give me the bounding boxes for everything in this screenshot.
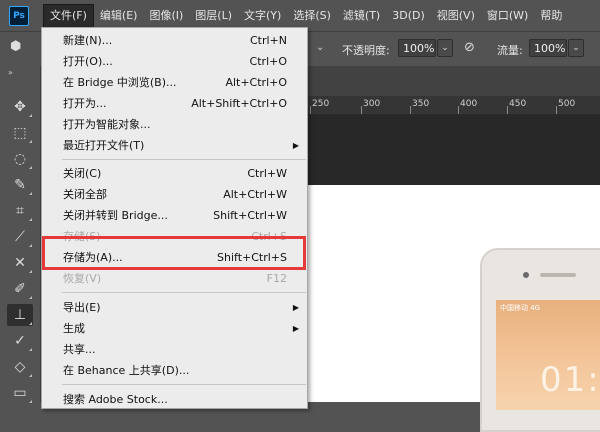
phone-clock-text: 01:1 xyxy=(540,360,600,400)
menu-item-save-as[interactable]: 存储为(A)... Shift+Ctrl+S xyxy=(42,247,307,268)
ruler-label: 250 xyxy=(312,99,330,109)
menu-item-open[interactable]: 打开(O)... Ctrl+O xyxy=(42,51,307,72)
collapse-toolbar-icon[interactable]: » xyxy=(8,68,13,77)
menu-edit[interactable]: 编辑(E) xyxy=(94,5,144,27)
history-brush-tool-icon[interactable]: ✓ xyxy=(7,330,33,352)
marquee-tool-icon[interactable]: ⬚ xyxy=(7,122,33,144)
menu-item-shortcut: Alt+Ctrl+O xyxy=(225,76,287,89)
menu-item-label: 恢复(V) xyxy=(63,272,102,285)
menu-item-shortcut: F12 xyxy=(266,272,287,285)
menu-separator xyxy=(62,159,306,160)
menu-item-label: 打开为... xyxy=(63,97,107,110)
menu-item-label: 共享... xyxy=(63,343,96,356)
brush-tool-icon[interactable]: ✐ xyxy=(7,278,33,300)
crop-tool-icon[interactable]: ⌗ xyxy=(7,200,33,222)
menu-item-label: 打开(O)... xyxy=(63,55,113,68)
menu-item-search-adobe-stock[interactable]: 搜索 Adobe Stock... xyxy=(42,389,307,410)
menu-item-label: 在 Behance 上共享(D)... xyxy=(63,364,190,377)
phone-speaker xyxy=(540,273,576,277)
eyedropper-tool-icon[interactable]: ⟋ xyxy=(7,226,33,248)
menu-item-shortcut: Ctrl+N xyxy=(249,34,287,47)
menu-item-label: 新建(N)... xyxy=(63,34,113,47)
opacity-label: 不透明度: xyxy=(342,44,390,57)
opacity-input[interactable]: 100% xyxy=(398,39,436,57)
menu-item-shortcut: Alt+Ctrl+W xyxy=(223,188,287,201)
submenu-arrow-icon: ▶ xyxy=(292,303,299,312)
menu-view[interactable]: 视图(V) xyxy=(431,5,481,27)
flow-label: 流量: xyxy=(497,44,523,57)
menu-item-label: 搜索 Adobe Stock... xyxy=(63,393,168,406)
menu-filter[interactable]: 滤镜(T) xyxy=(337,5,386,27)
menu-item-label: 打开为智能对象... xyxy=(63,118,151,131)
quick-selection-tool-icon[interactable]: ✎ xyxy=(7,174,33,196)
move-tool-icon[interactable]: ✥ xyxy=(7,96,33,118)
tools-panel: » ✥ ⬚ ◌ ✎ ⌗ ⟋ ✕ ✐ ⊥ ✓ ◇ ▭ xyxy=(0,66,41,404)
menu-item-label: 关闭全部 xyxy=(63,188,107,201)
opacity-dropdown-icon[interactable]: ⌄ xyxy=(437,39,453,57)
flow-dropdown-icon[interactable]: ⌄ xyxy=(568,39,584,57)
menu-item-save: 存储(S) Ctrl+S xyxy=(42,226,307,247)
menu-item-share-behance[interactable]: 在 Behance 上共享(D)... xyxy=(42,360,307,381)
menu-type[interactable]: 文字(Y) xyxy=(238,5,287,27)
ruler-label: 450 xyxy=(509,99,527,109)
submenu-arrow-icon: ▶ xyxy=(292,141,299,150)
menu-image[interactable]: 图像(I) xyxy=(143,5,189,27)
menu-item-new[interactable]: 新建(N)... Ctrl+N xyxy=(42,30,307,51)
menu-window[interactable]: 窗口(W) xyxy=(481,5,534,27)
pasteboard xyxy=(306,115,600,185)
submenu-arrow-icon: ▶ xyxy=(292,324,299,333)
menu-item-close[interactable]: 关闭(C) Ctrl+W xyxy=(42,163,307,184)
photoshop-logo-icon[interactable]: Ps xyxy=(9,5,29,26)
ruler-label: 300 xyxy=(363,99,381,109)
menu-file[interactable]: 文件(F) xyxy=(43,3,94,28)
eraser-tool-icon[interactable]: ◇ xyxy=(7,356,33,378)
menu-item-shortcut: Alt+Shift+Ctrl+O xyxy=(191,97,287,110)
menu-item-shortcut: Ctrl+S xyxy=(251,230,287,243)
menu-item-label: 关闭(C) xyxy=(63,167,102,180)
menu-item-label: 存储为(A)... xyxy=(63,251,123,264)
clone-stamp-preset-icon[interactable]: ⬢ xyxy=(10,40,24,54)
menu-item-shortcut: Ctrl+O xyxy=(249,55,287,68)
menu-help[interactable]: 帮助 xyxy=(534,5,568,27)
menu-layer[interactable]: 图层(L) xyxy=(189,5,238,27)
healing-brush-tool-icon[interactable]: ✕ xyxy=(7,252,33,274)
pressure-opacity-icon[interactable]: ⊘ xyxy=(464,40,475,55)
menu-item-shortcut: Shift+Ctrl+W xyxy=(213,209,287,222)
menu-item-label: 在 Bridge 中浏览(B)... xyxy=(63,76,177,89)
menu-item-open-smart-object[interactable]: 打开为智能对象... xyxy=(42,114,307,135)
menu-select[interactable]: 选择(S) xyxy=(287,5,337,27)
ruler-label: 500 xyxy=(558,99,576,109)
menu-item-label: 存储(S) xyxy=(63,230,101,243)
menu-item-revert: 恢复(V) F12 xyxy=(42,268,307,289)
menu-separator xyxy=(62,384,306,385)
brush-mode-chevron-icon[interactable]: ⌄ xyxy=(316,42,324,53)
clone-stamp-tool-icon[interactable]: ⊥ xyxy=(7,304,33,326)
menu-item-shortcut: Ctrl+W xyxy=(247,167,287,180)
menu-separator xyxy=(62,292,306,293)
menu-item-close-all[interactable]: 关闭全部 Alt+Ctrl+W xyxy=(42,184,307,205)
phone-status-text: 中国移动 4G xyxy=(500,304,541,312)
menu-item-export[interactable]: 导出(E) ▶ xyxy=(42,297,307,318)
menu-item-label: 最近打开文件(T) xyxy=(63,139,145,152)
ruler-label: 400 xyxy=(460,99,478,109)
menu-3d[interactable]: 3D(D) xyxy=(386,5,431,27)
menu-item-generate[interactable]: 生成 ▶ xyxy=(42,318,307,339)
menu-item-close-to-bridge[interactable]: 关闭并转到 Bridge... Shift+Ctrl+W xyxy=(42,205,307,226)
menu-item-share[interactable]: 共享... xyxy=(42,339,307,360)
ruler-label: 350 xyxy=(412,99,430,109)
file-menu-dropdown: 新建(N)... Ctrl+N 打开(O)... Ctrl+O 在 Bridge… xyxy=(41,27,308,409)
menu-item-label: 生成 xyxy=(63,322,85,335)
menu-item-shortcut: Shift+Ctrl+S xyxy=(217,251,287,264)
lasso-tool-icon[interactable]: ◌ xyxy=(7,148,33,170)
gradient-tool-icon[interactable]: ▭ xyxy=(7,382,33,404)
document-tab-bar xyxy=(306,66,600,96)
phone-camera xyxy=(523,272,529,278)
flow-input[interactable]: 100% xyxy=(529,39,567,57)
menu-item-label: 导出(E) xyxy=(63,301,101,314)
menu-item-recent-files[interactable]: 最近打开文件(T) ▶ xyxy=(42,135,307,156)
menu-item-open-as[interactable]: 打开为... Alt+Shift+Ctrl+O xyxy=(42,93,307,114)
menu-item-label: 关闭并转到 Bridge... xyxy=(63,209,168,222)
horizontal-ruler: 250 300 350 400 450 500 xyxy=(306,96,600,115)
menu-item-browse-bridge[interactable]: 在 Bridge 中浏览(B)... Alt+Ctrl+O xyxy=(42,72,307,93)
